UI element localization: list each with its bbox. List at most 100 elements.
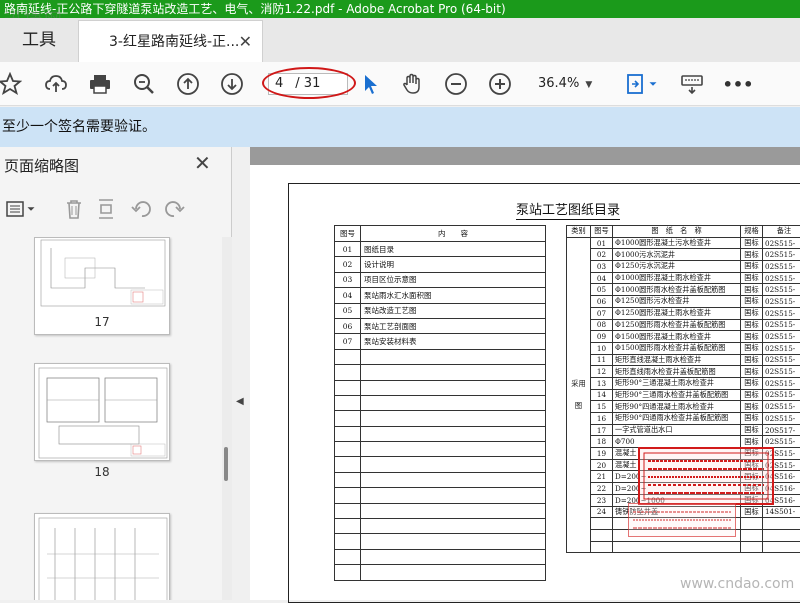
table-cell: Φ1000圆形雨水检查井盖板配筋图 <box>613 284 741 296</box>
select-cursor-icon[interactable] <box>356 70 384 98</box>
bookmark-star-icon[interactable] <box>0 70 24 98</box>
table-row: 06泵站工艺剖面图 <box>335 318 546 333</box>
table-cell: 02S515- <box>763 284 800 296</box>
table-cell: 国标 <box>741 284 763 296</box>
table-cell: Φ700 <box>613 436 741 448</box>
upload-icon[interactable] <box>42 70 70 98</box>
empty-table-row <box>335 365 546 380</box>
empty-table-row <box>335 349 546 364</box>
table-row: 16矩形90°四通雨水检查井盖板配筋图国标02S515- <box>567 413 800 425</box>
table-cell: Φ1000圆形混凝土雨水检查井 <box>613 272 741 284</box>
left-drawing-list: 图号 内 容 01图纸目录02设计说明03项目区位示意图04泵站雨水汇水面积图0… <box>334 225 546 581</box>
sidebar-title: 页面缩略图 <box>4 155 79 176</box>
table-cell: 02S515- <box>763 237 800 249</box>
empty-table-row <box>335 565 546 580</box>
table-cell: 13 <box>591 377 613 389</box>
empty-table-row <box>567 541 800 553</box>
table-row: 12矩形直线雨水检查井盖板配筋图国标02S515- <box>567 366 800 378</box>
collapse-sidebar-icon[interactable]: ◀ <box>236 396 244 407</box>
table-cell: 泵站改造工艺图 <box>361 303 546 318</box>
thumbnail-page-18[interactable] <box>34 363 170 461</box>
table-cell: 02 <box>335 257 361 272</box>
keyboard-icon[interactable] <box>678 70 706 98</box>
next-page-icon[interactable] <box>218 70 246 98</box>
table-cell: 19 <box>591 448 613 460</box>
table-cell: 矩形90°三通雨水检查井盖板配筋图 <box>613 389 741 401</box>
table-cell: 05 <box>591 284 613 296</box>
thumbnail-drawing <box>35 238 171 310</box>
tab-tools[interactable]: 工具 <box>0 18 78 62</box>
table-cell: 02S515- <box>763 389 800 401</box>
table-cell: 设计说明 <box>361 257 546 272</box>
header-cell: 图号 <box>591 226 613 238</box>
document-viewer: 泵站工艺图纸目录 图号 内 容 01图纸目录02设计说明03项目区位示意图04泵… <box>250 147 800 600</box>
table-row: 17一字式管道出水口国标20S517- <box>567 424 800 436</box>
zoom-search-icon[interactable] <box>130 70 158 98</box>
sidebar-close-icon[interactable]: ✕ <box>194 151 211 175</box>
table-row: 11矩形直线混凝土雨水检查井国标02S515- <box>567 354 800 366</box>
tab-document-label: 3-红星路南延线-正... <box>109 34 239 50</box>
table-cell: Φ1250圆形雨水检查井盖板配筋图 <box>613 319 741 331</box>
table-row: 07Φ1250圆形混凝土雨水检查井国标02S515- <box>567 307 800 319</box>
table-row: 06Φ1250圆形污水检查井国标02S515- <box>567 296 800 308</box>
options-chevron-down-icon[interactable] <box>24 195 38 223</box>
sidebar-scrollbar[interactable] <box>222 237 232 600</box>
document-title: 泵站工艺图纸目录 <box>516 199 620 220</box>
table-cell: 04 <box>591 272 613 284</box>
close-icon[interactable]: ✕ <box>239 21 252 63</box>
table-cell: Φ1000圆形混凝土污水检查井 <box>613 237 741 249</box>
rotate-right-icon[interactable] <box>160 195 188 223</box>
table-row: 02Φ1000污水沉泥井国标02S515- <box>567 249 800 261</box>
table-cell: 国标 <box>741 237 763 249</box>
table-row: 09Φ1500圆形混凝土雨水检查井国标02S515- <box>567 331 800 343</box>
table-cell: 图纸目录 <box>361 242 546 257</box>
table-cell: 国标 <box>741 319 763 331</box>
hand-icon[interactable] <box>398 70 426 98</box>
table-row: 07泵站安装材料表 <box>335 334 546 349</box>
table-cell: 矩形90°四通混凝土雨水检查井 <box>613 401 741 413</box>
table-cell: 国标 <box>741 261 763 273</box>
thumbnail-drawing <box>35 514 171 600</box>
fit-chevron-down-icon[interactable] <box>646 70 660 98</box>
table-header-row: 类别 图号 图 纸 名 称 规格 备注 <box>567 226 800 238</box>
empty-table-row <box>335 503 546 518</box>
pdf-page: 泵站工艺图纸目录 图号 内 容 01图纸目录02设计说明03项目区位示意图04泵… <box>250 165 800 600</box>
zoom-in-icon[interactable] <box>486 70 514 98</box>
prev-page-icon[interactable] <box>174 70 202 98</box>
table-cell: 国标 <box>741 342 763 354</box>
more-icon[interactable]: ••• <box>724 70 752 98</box>
table-cell: 21 <box>591 471 613 483</box>
scrollbar-thumb[interactable] <box>224 447 228 481</box>
table-cell: 矩形90°四通雨水检查井盖板配筋图 <box>613 413 741 425</box>
table-cell: 一字式管道出水口 <box>613 424 741 436</box>
highlight-ellipse <box>262 67 356 99</box>
table-cell: Φ1500圆形雨水检查井盖板配筋图 <box>613 342 741 354</box>
zoom-level-dropdown[interactable]: 36.4%▼ <box>528 73 600 95</box>
zoom-out-icon[interactable] <box>442 70 470 98</box>
site-watermark: www.cndao.com <box>680 576 794 592</box>
thumbnail-sidebar: 页面缩略图 ✕ 17 <box>0 147 232 600</box>
rotate-left-icon[interactable] <box>128 195 156 223</box>
window-title: 路南延线-正公路下穿隧道泵站改造工艺、电气、消防1.22.pdf - Adobe… <box>4 2 506 16</box>
thumbnail-list: 17 18 <box>0 237 222 600</box>
header-cell: 规格 <box>741 226 763 238</box>
table-cell: 20 <box>591 459 613 471</box>
table-cell: 国标 <box>741 413 763 425</box>
table-cell: 02S515- <box>763 307 800 319</box>
table-cell: 国标 <box>741 424 763 436</box>
delete-page-icon[interactable] <box>60 195 88 223</box>
tab-document[interactable]: 3-红星路南延线-正... ✕ <box>78 20 263 62</box>
empty-table-row <box>335 549 546 564</box>
table-row: 02设计说明 <box>335 257 546 272</box>
table-cell: 02S515- <box>763 436 800 448</box>
signature-notice-text: 至少一个签名需要验证。 <box>2 119 156 135</box>
sidebar-toolbar <box>0 191 232 227</box>
table-cell: 05 <box>335 303 361 318</box>
table-row: 15矩形90°四通混凝土雨水检查井国标02S515- <box>567 401 800 413</box>
extract-page-icon[interactable] <box>92 195 120 223</box>
print-icon[interactable] <box>86 70 114 98</box>
thumbnail-page-19[interactable] <box>34 513 170 600</box>
table-cell: 14 <box>591 389 613 401</box>
table-cell: 02S515- <box>763 366 800 378</box>
table-row: 03Φ1250污水沉泥井国标02S515- <box>567 261 800 273</box>
